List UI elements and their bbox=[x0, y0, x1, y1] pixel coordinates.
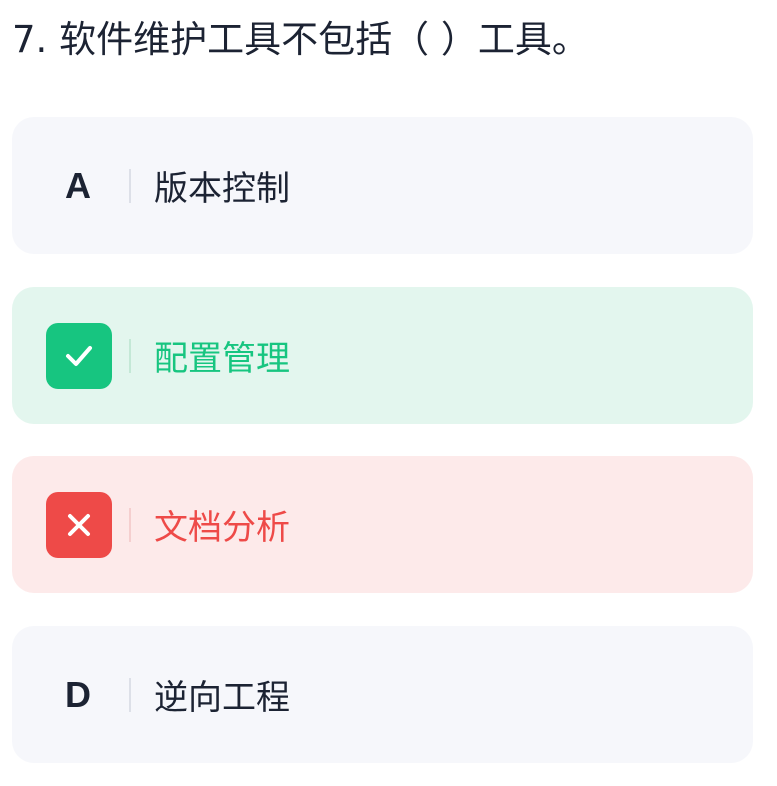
option-d[interactable]: D 逆向工程 bbox=[12, 626, 753, 763]
wrong-badge bbox=[46, 492, 112, 558]
option-divider bbox=[129, 678, 131, 712]
correct-badge bbox=[46, 323, 112, 389]
option-divider bbox=[129, 508, 131, 542]
option-divider bbox=[129, 339, 131, 373]
option-c[interactable]: 文档分析 bbox=[12, 456, 753, 593]
option-letter: A bbox=[65, 164, 91, 206]
option-label: 版本控制 bbox=[154, 169, 290, 209]
option-letter: D bbox=[65, 673, 91, 715]
option-b[interactable]: 配置管理 bbox=[12, 287, 753, 424]
option-label: 文档分析 bbox=[154, 508, 290, 548]
check-icon bbox=[66, 346, 92, 366]
option-label: 配置管理 bbox=[154, 339, 290, 379]
close-icon bbox=[68, 514, 90, 536]
option-a[interactable]: A 版本控制 bbox=[12, 117, 753, 254]
option-label: 逆向工程 bbox=[154, 678, 290, 718]
option-divider bbox=[129, 169, 131, 203]
question-text: 7. 软件维护工具不包括（ ）工具。 bbox=[12, 18, 589, 61]
